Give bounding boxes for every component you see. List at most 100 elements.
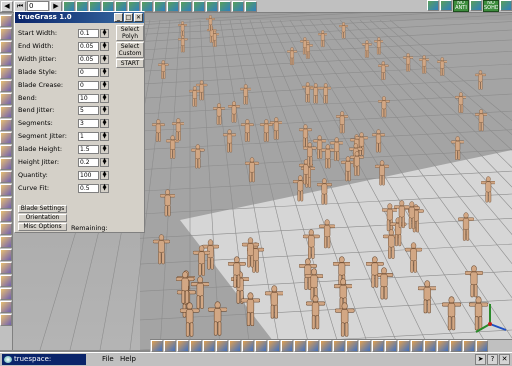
object-tool-icon[interactable] — [76, 0, 88, 12]
left-tool-button[interactable] — [0, 275, 12, 287]
left-tool-button[interactable] — [0, 158, 12, 170]
bottom-tool-button[interactable] — [476, 340, 488, 352]
spinner-icon[interactable]: ▲ ▼ — [100, 145, 109, 155]
scale-tool-icon[interactable] — [115, 0, 127, 12]
bottom-tool-button[interactable] — [450, 340, 462, 352]
bottom-tool-button[interactable] — [463, 340, 475, 352]
view-top-icon[interactable] — [440, 0, 452, 11]
left-tool-button[interactable] — [0, 301, 12, 313]
left-tool-button[interactable] — [0, 262, 12, 274]
param-field[interactable]: 0.1 — [78, 29, 99, 38]
left-tool-button[interactable] — [0, 314, 12, 326]
bottom-tool-button[interactable] — [164, 340, 176, 352]
param-field[interactable]: 0.05 — [78, 54, 99, 64]
step-back-icon[interactable]: ⏮ — [14, 0, 26, 12]
record-icon[interactable] — [63, 0, 75, 12]
bottom-tool-button[interactable] — [320, 340, 332, 352]
spinner-icon[interactable]: ▲ ▼ — [100, 119, 109, 129]
paint-tool-icon[interactable] — [154, 0, 166, 12]
unlink-tool-icon[interactable] — [141, 0, 153, 12]
param-field[interactable]: 0.05 — [78, 41, 99, 51]
left-tool-button[interactable] — [0, 67, 12, 79]
rotate-tool-icon[interactable] — [102, 0, 114, 12]
param-field[interactable]: 0 — [78, 80, 99, 90]
bottom-tool-button[interactable] — [229, 340, 241, 352]
start-button[interactable]: START — [116, 59, 144, 68]
spinner-icon[interactable]: ▲ ▼ — [100, 80, 109, 90]
bottom-tool-button[interactable] — [216, 340, 228, 352]
left-tool-button[interactable] — [0, 132, 12, 144]
view-render-icon[interactable] — [470, 0, 482, 11]
left-tool-button[interactable] — [0, 119, 12, 131]
menu-file[interactable]: File — [102, 354, 114, 365]
param-field[interactable]: 0.5 — [78, 183, 99, 193]
bottom-tool-button[interactable] — [281, 340, 293, 352]
bottom-tool-button[interactable] — [411, 340, 423, 352]
bottom-tool-button[interactable] — [242, 340, 254, 352]
left-tool-button[interactable] — [0, 223, 12, 235]
material-tool-icon[interactable] — [180, 0, 192, 12]
param-field[interactable]: 0.2 — [78, 158, 99, 167]
view-options-icon[interactable] — [500, 0, 512, 11]
left-tool-button[interactable] — [0, 106, 12, 118]
left-tool-button[interactable] — [0, 288, 12, 300]
script-tool-icon[interactable] — [232, 0, 244, 12]
param-field[interactable]: 100 — [78, 170, 99, 180]
left-tool-button[interactable] — [0, 210, 12, 222]
left-tool-button[interactable] — [0, 93, 12, 105]
shadow-toggle[interactable]: NO SOHD — [483, 0, 499, 12]
left-tool-button[interactable] — [0, 80, 12, 92]
param-field[interactable]: 1 — [78, 132, 99, 142]
bottom-tool-button[interactable] — [398, 340, 410, 352]
bottom-tool-button[interactable] — [177, 340, 189, 352]
orientation-button[interactable]: Orientation — [18, 214, 67, 222]
panel-title-bar[interactable]: trueGrass 1.0 _ □ ✕ — [15, 12, 144, 23]
taskbar-app[interactable]: truespace: newscene — [2, 354, 86, 365]
left-tool-button[interactable] — [0, 145, 12, 157]
spinner-icon[interactable]: ▲ ▼ — [100, 29, 109, 38]
menu-help[interactable]: Help — [120, 354, 136, 365]
light-tool-icon[interactable] — [193, 0, 205, 12]
bottom-tool-button[interactable] — [424, 340, 436, 352]
minimize-button[interactable]: _ — [114, 13, 123, 22]
bottom-tool-button[interactable] — [268, 340, 280, 352]
bottom-tool-button[interactable] — [203, 340, 215, 352]
bottom-tool-button[interactable] — [294, 340, 306, 352]
spinner-icon[interactable]: ▲ ▼ — [100, 183, 109, 193]
left-tool-button[interactable] — [0, 15, 12, 27]
spinner-icon[interactable]: ▲ ▼ — [100, 41, 109, 51]
param-field[interactable]: 5 — [78, 106, 99, 116]
frame-field[interactable]: 0 — [27, 1, 49, 11]
left-tool-button[interactable] — [0, 28, 12, 40]
bottom-tool-button[interactable] — [372, 340, 384, 352]
bottom-tool-button[interactable] — [385, 340, 397, 352]
move-tool-icon[interactable] — [89, 0, 101, 12]
param-field[interactable]: 10 — [78, 93, 99, 103]
left-tool-button[interactable] — [0, 171, 12, 183]
info-icon[interactable]: ? — [487, 354, 498, 365]
path-tool-icon[interactable] — [219, 0, 231, 12]
left-tool-button[interactable] — [0, 184, 12, 196]
bottom-tool-button[interactable] — [346, 340, 358, 352]
left-tool-button[interactable] — [0, 249, 12, 261]
bottom-tool-button[interactable] — [190, 340, 202, 352]
spinner-icon[interactable]: ▲ ▼ — [100, 93, 109, 103]
spinner-icon[interactable]: ▲ ▼ — [100, 54, 109, 64]
bottom-tool-button[interactable] — [437, 340, 449, 352]
render-tool-icon[interactable] — [167, 0, 179, 12]
spinner-icon[interactable]: ▲ ▼ — [100, 170, 109, 180]
left-tool-button[interactable] — [0, 54, 12, 66]
select-polyh-button[interactable]: Select Polyh — [116, 25, 144, 41]
bottom-tool-button[interactable] — [359, 340, 371, 352]
param-field[interactable]: 1.5 — [78, 145, 99, 155]
left-tool-button[interactable] — [0, 197, 12, 209]
cursor-icon[interactable]: ➤ — [475, 354, 486, 365]
param-field[interactable]: 0 — [78, 67, 99, 77]
bottom-tool-button[interactable] — [255, 340, 267, 352]
bottom-tool-button[interactable] — [151, 340, 163, 352]
misc-options-button[interactable]: Misc Options — [18, 223, 67, 231]
rewind-icon[interactable]: ◀ — [1, 0, 13, 12]
left-tool-button[interactable] — [0, 41, 12, 53]
maximize-button[interactable]: □ — [124, 13, 133, 22]
spinner-icon[interactable]: ▲ ▼ — [100, 158, 109, 167]
